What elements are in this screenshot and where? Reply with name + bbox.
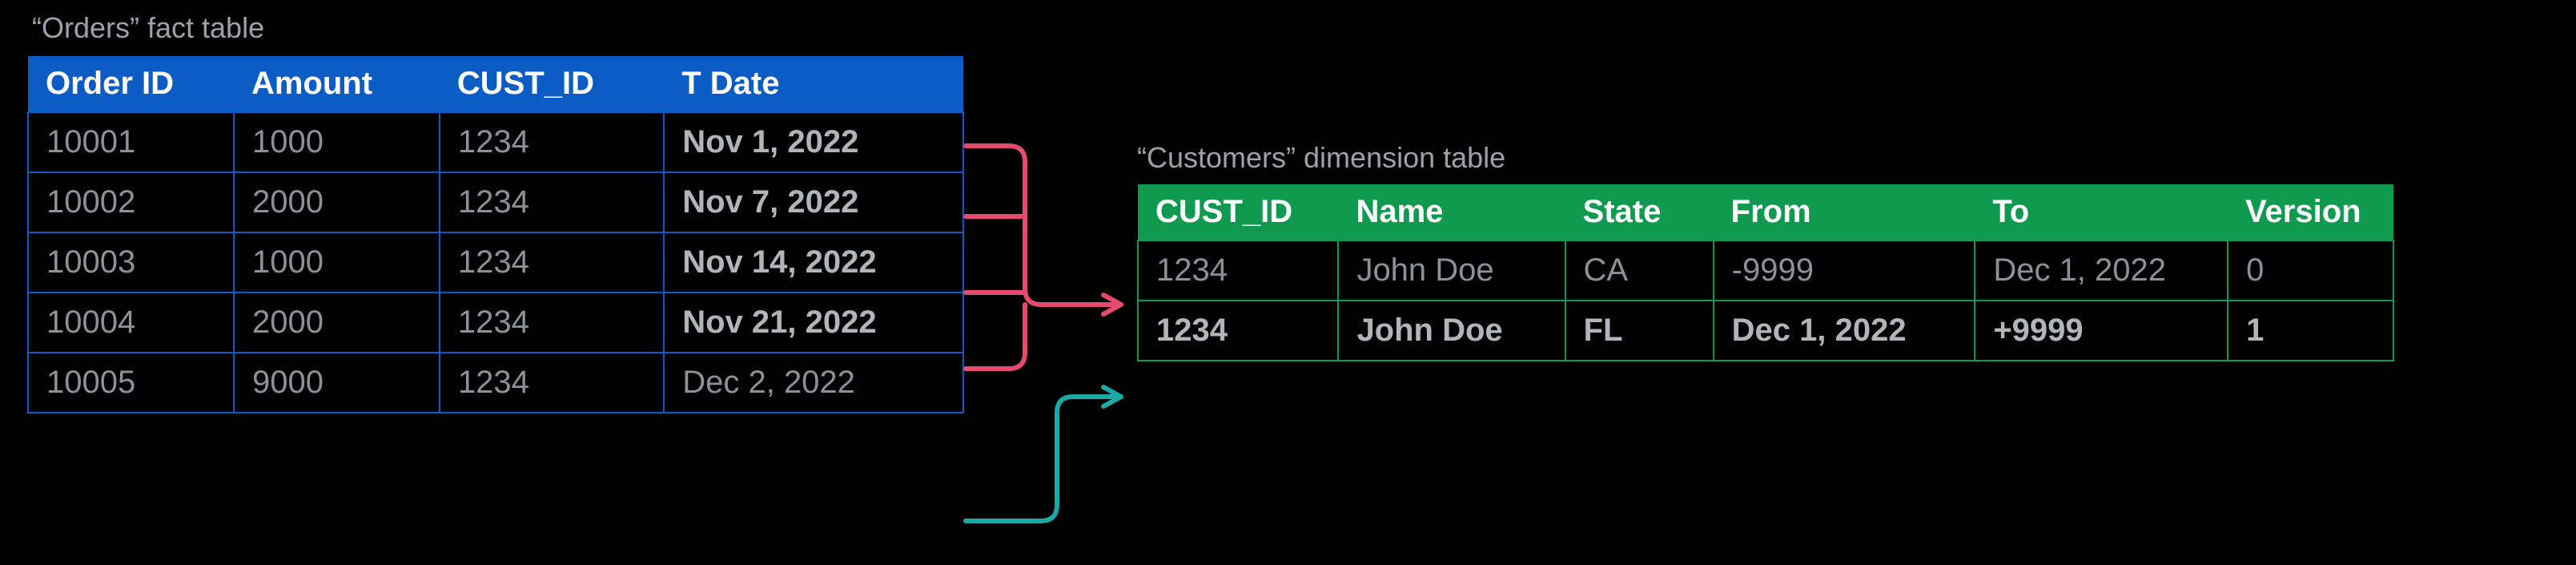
table-cell: 2000 — [234, 293, 440, 353]
table-cell: -9999 — [1714, 240, 1975, 301]
table-cell: 10002 — [28, 172, 234, 232]
table-cell: Dec 1, 2022 — [1975, 240, 2228, 301]
table-cell: Dec 2, 2022 — [664, 353, 963, 413]
customers-header-cell: State — [1565, 184, 1714, 240]
customers-header-cell: Name — [1338, 184, 1565, 240]
table-cell: 1000 — [234, 112, 440, 172]
table-row: 1000220001234Nov 7, 2022 — [28, 172, 963, 232]
table-cell: 10005 — [28, 353, 234, 413]
table-cell: 1234 — [440, 112, 664, 172]
table-cell: Nov 21, 2022 — [664, 293, 963, 353]
orders-header-cell: Order ID — [28, 56, 234, 112]
customers-header-cell: To — [1975, 184, 2228, 240]
table-cell: 10004 — [28, 293, 234, 353]
table-cell: FL — [1565, 301, 1714, 361]
customers-dimension-table: CUST_ID Name State From To Version 1234J… — [1137, 184, 2394, 361]
table-cell: Nov 1, 2022 — [664, 112, 963, 172]
table-cell: +9999 — [1975, 301, 2228, 361]
teal-connector-arrow — [966, 387, 1121, 521]
orders-caption: “Orders” fact table — [32, 11, 264, 45]
table-row: 1000110001234Nov 1, 2022 — [28, 112, 963, 172]
customers-header-row: CUST_ID Name State From To Version — [1138, 184, 2393, 240]
table-cell: 1234 — [440, 172, 664, 232]
table-row: 1234John DoeFLDec 1, 2022+99991 — [1138, 301, 2393, 361]
orders-header-cell: CUST_ID — [440, 56, 664, 112]
table-cell: 1234 — [440, 232, 664, 293]
table-row: 1000590001234Dec 2, 2022 — [28, 353, 963, 413]
table-cell: 1234 — [1138, 301, 1338, 361]
table-cell: 1 — [2228, 301, 2393, 361]
red-connector-arrow — [966, 146, 1121, 369]
customers-caption: “Customers” dimension table — [1137, 141, 1505, 175]
customers-header-cell: CUST_ID — [1138, 184, 1338, 240]
customers-header-cell: Version — [2228, 184, 2393, 240]
table-row: 1000310001234Nov 14, 2022 — [28, 232, 963, 293]
table-cell: John Doe — [1338, 301, 1565, 361]
orders-header-cell: Amount — [234, 56, 440, 112]
table-cell: 2000 — [234, 172, 440, 232]
orders-header-cell: T Date — [664, 56, 963, 112]
table-row: 1000420001234Nov 21, 2022 — [28, 293, 963, 353]
customers-header-cell: From — [1714, 184, 1975, 240]
table-cell: 1234 — [1138, 240, 1338, 301]
table-cell: 1234 — [440, 353, 664, 413]
table-cell: 1234 — [440, 293, 664, 353]
relationship-connectors — [961, 96, 1145, 545]
orders-header-row: Order ID Amount CUST_ID T Date — [28, 56, 963, 112]
table-cell: CA — [1565, 240, 1714, 301]
table-cell: 10003 — [28, 232, 234, 293]
table-row: 1234John DoeCA-9999Dec 1, 20220 — [1138, 240, 2393, 301]
table-cell: Dec 1, 2022 — [1714, 301, 1975, 361]
table-cell: 0 — [2228, 240, 2393, 301]
table-cell: Nov 14, 2022 — [664, 232, 963, 293]
table-cell: 1000 — [234, 232, 440, 293]
table-cell: Nov 7, 2022 — [664, 172, 963, 232]
table-cell: 10001 — [28, 112, 234, 172]
table-cell: 9000 — [234, 353, 440, 413]
orders-fact-table: Order ID Amount CUST_ID T Date 100011000… — [27, 56, 964, 414]
table-cell: John Doe — [1338, 240, 1565, 301]
